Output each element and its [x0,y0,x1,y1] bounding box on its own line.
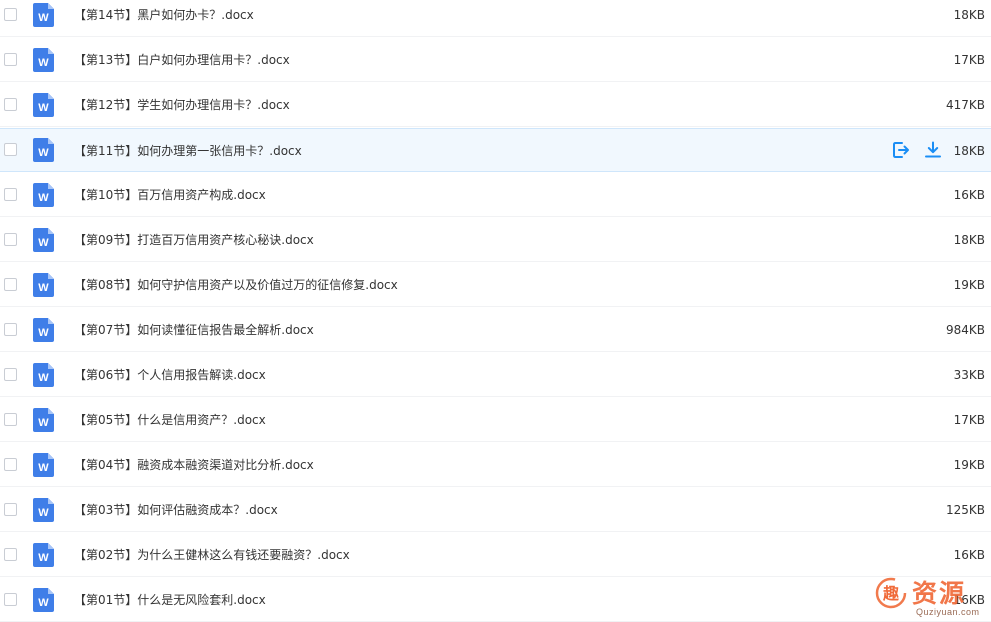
row-checkbox[interactable] [4,232,17,246]
file-name[interactable]: 【第03节】如何评估融资成本？.docx [74,488,278,532]
file-size: 984KB [945,323,985,337]
row-checkbox[interactable] [4,412,17,426]
file-name[interactable]: 【第12节】学生如何办理信用卡？.docx [74,83,290,127]
file-name[interactable]: 【第04节】融资成本融资渠道对比分析.docx [74,443,314,487]
word-doc-icon: W [33,587,54,612]
file-row[interactable]: W 【第12节】学生如何办理信用卡？.docx 417KB [0,83,991,127]
svg-text:W: W [38,327,49,339]
row-checkbox[interactable] [4,322,17,336]
svg-text:W: W [38,282,49,294]
row-checkbox[interactable] [4,277,17,291]
word-doc-icon: W [33,317,54,342]
file-size: 16KB [953,548,985,562]
svg-text:W: W [38,237,49,249]
file-size: 18KB [953,233,985,247]
word-doc-icon: W [33,138,54,162]
file-name[interactable]: 【第07节】如何读懂征信报告最全解析.docx [74,308,314,352]
file-size: 17KB [953,413,985,427]
row-checkbox[interactable] [4,143,17,156]
file-name[interactable]: 【第13节】白户如何办理信用卡？.docx [74,38,290,82]
file-row[interactable]: W 【第14节】黑户如何办卡？.docx 18KB [0,0,991,37]
file-name[interactable]: 【第01节】什么是无风险套利.docx [74,578,266,622]
file-list: W 【第14节】黑户如何办卡？.docx 18KB W 【第13节】白户如何办理… [0,0,991,622]
word-doc-icon: W [33,227,54,252]
row-checkbox[interactable] [4,7,17,21]
row-checkbox[interactable] [4,97,17,111]
svg-text:W: W [38,552,49,564]
row-actions [891,140,943,160]
word-doc-icon: W [33,407,54,432]
word-doc-icon: W [33,542,54,567]
word-doc-icon: W [33,47,54,72]
svg-text:W: W [38,102,49,114]
file-size: 125KB [945,503,985,517]
svg-text:W: W [38,372,49,384]
file-row[interactable]: W 【第10节】百万信用资产构成.docx 16KB [0,173,991,217]
svg-text:W: W [38,57,49,69]
file-size: 19KB [953,278,985,292]
file-row[interactable]: W 【第05节】什么是信用资产？.docx 17KB [0,398,991,442]
svg-text:W: W [38,192,49,204]
word-doc-icon: W [33,497,54,522]
file-name[interactable]: 【第06节】个人信用报告解读.docx [74,353,266,397]
file-row[interactable]: W 【第03节】如何评估融资成本？.docx 125KB [0,488,991,532]
file-size: 16KB [953,593,985,607]
file-name[interactable]: 【第02节】为什么王健林这么有钱还要融资？.docx [74,533,350,577]
word-doc-icon: W [33,182,54,207]
file-row[interactable]: W 【第02节】为什么王健林这么有钱还要融资？.docx 16KB [0,533,991,577]
file-row[interactable]: W 【第11节】如何办理第一张信用卡？.docx 18KB [0,128,991,172]
file-row[interactable]: W 【第06节】个人信用报告解读.docx 33KB [0,353,991,397]
row-checkbox[interactable] [4,592,17,606]
svg-text:W: W [38,507,49,519]
svg-text:W: W [38,597,49,609]
row-checkbox[interactable] [4,52,17,66]
file-name[interactable]: 【第10节】百万信用资产构成.docx [74,173,266,217]
file-name[interactable]: 【第14节】黑户如何办卡？.docx [74,0,254,37]
row-checkbox[interactable] [4,547,17,561]
file-row[interactable]: W 【第07节】如何读懂征信报告最全解析.docx 984KB [0,308,991,352]
row-checkbox[interactable] [4,502,17,516]
file-name[interactable]: 【第08节】如何守护信用资产以及价值过万的征信修复.docx [74,263,398,307]
word-doc-icon: W [33,452,54,477]
svg-text:W: W [38,147,49,159]
file-size: 17KB [953,53,985,67]
svg-text:W: W [38,462,49,474]
file-row[interactable]: W 【第13节】白户如何办理信用卡？.docx 17KB [0,38,991,82]
row-checkbox[interactable] [4,187,17,201]
row-checkbox[interactable] [4,457,17,471]
file-row[interactable]: W 【第09节】打造百万信用资产核心秘诀.docx 18KB [0,218,991,262]
word-doc-icon: W [33,272,54,297]
file-name[interactable]: 【第09节】打造百万信用资产核心秘诀.docx [74,218,314,262]
download-icon[interactable] [923,140,943,160]
file-row[interactable]: W 【第01节】什么是无风险套利.docx 16KB [0,578,991,622]
share-icon[interactable] [891,140,911,160]
word-doc-icon: W [33,92,54,117]
file-row[interactable]: W 【第04节】融资成本融资渠道对比分析.docx 19KB [0,443,991,487]
file-size: 16KB [953,188,985,202]
file-size: 18KB [953,144,985,158]
row-checkbox[interactable] [4,367,17,381]
word-doc-icon: W [33,2,54,27]
file-name[interactable]: 【第11节】如何办理第一张信用卡？.docx [74,129,302,173]
file-size: 33KB [953,368,985,382]
file-name[interactable]: 【第05节】什么是信用资产？.docx [74,398,266,442]
word-doc-icon: W [33,362,54,387]
svg-text:W: W [38,417,49,429]
file-size: 417KB [945,98,985,112]
svg-text:W: W [38,12,49,24]
file-size: 18KB [953,8,985,22]
file-size: 19KB [953,458,985,472]
file-row[interactable]: W 【第08节】如何守护信用资产以及价值过万的征信修复.docx 19KB [0,263,991,307]
